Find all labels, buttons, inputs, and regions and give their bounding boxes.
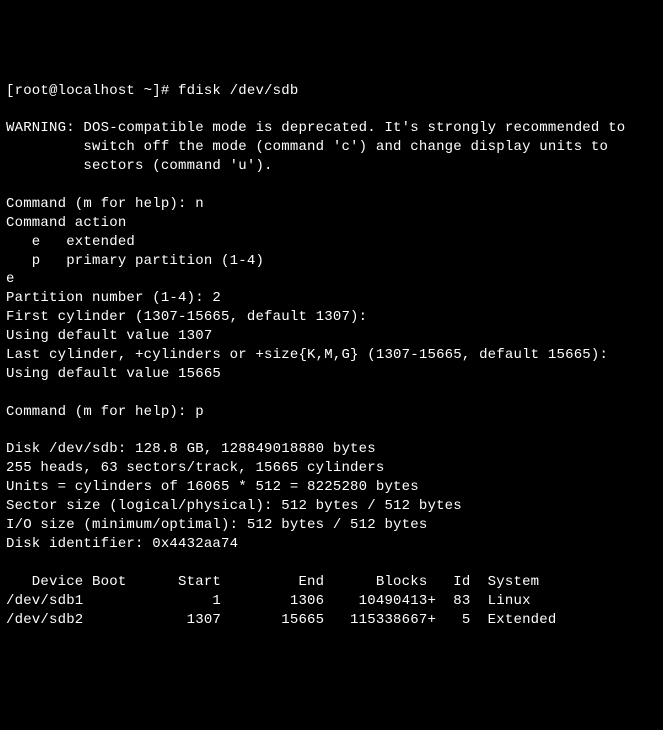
terminal-output: [root@localhost ~]# fdisk /dev/sdb WARNI… bbox=[6, 82, 657, 630]
partition-row: /dev/sdb2 1307 15665 115338667+ 5 Extend… bbox=[6, 612, 557, 628]
disk-units: Units = cylinders of 16065 * 512 = 82252… bbox=[6, 479, 419, 495]
first-cylinder: First cylinder (1307-15665, default 1307… bbox=[6, 309, 367, 325]
warning-line: WARNING: DOS-compatible mode is deprecat… bbox=[6, 120, 625, 136]
warning-line: sectors (command 'u'). bbox=[6, 158, 273, 174]
command-action-header: Command action bbox=[6, 215, 126, 231]
command-prompt: Command (m for help): n bbox=[6, 196, 204, 212]
partition-row: /dev/sdb1 1 1306 10490413+ 83 Linux bbox=[6, 593, 531, 609]
disk-info: Disk /dev/sdb: 128.8 GB, 128849018880 by… bbox=[6, 441, 376, 457]
partition-table-header: Device Boot Start End Blocks Id System bbox=[6, 574, 539, 590]
io-size: I/O size (minimum/optimal): 512 bytes / … bbox=[6, 517, 427, 533]
option-extended: e extended bbox=[6, 234, 135, 250]
command-prompt: Command (m for help): p bbox=[6, 404, 204, 420]
disk-identifier: Disk identifier: 0x4432aa74 bbox=[6, 536, 238, 552]
option-primary: p primary partition (1-4) bbox=[6, 253, 264, 269]
warning-line: switch off the mode (command 'c') and ch… bbox=[6, 139, 608, 155]
last-cylinder: Last cylinder, +cylinders or +size{K,M,G… bbox=[6, 347, 608, 363]
user-choice: e bbox=[6, 271, 15, 287]
partition-number: Partition number (1-4): 2 bbox=[6, 290, 221, 306]
disk-heads: 255 heads, 63 sectors/track, 15665 cylin… bbox=[6, 460, 384, 476]
default-last: Using default value 15665 bbox=[6, 366, 221, 382]
prompt-line: [root@localhost ~]# fdisk /dev/sdb bbox=[6, 83, 298, 99]
default-first: Using default value 1307 bbox=[6, 328, 212, 344]
sector-size: Sector size (logical/physical): 512 byte… bbox=[6, 498, 462, 514]
